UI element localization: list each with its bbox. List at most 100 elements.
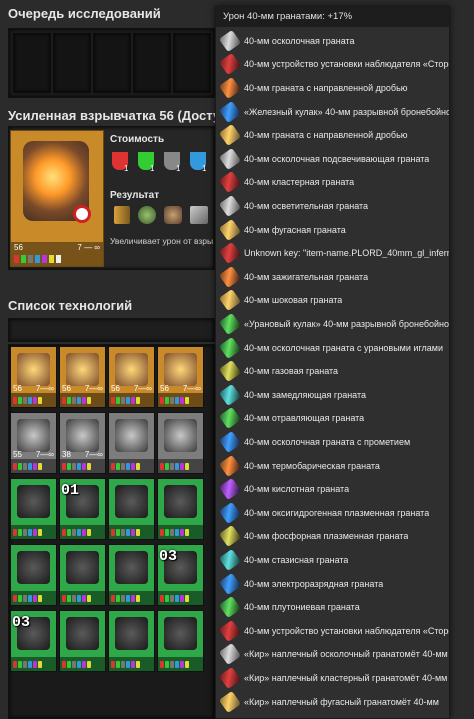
- queue-slot[interactable]: [53, 33, 91, 93]
- tech-level-range: 7—∞: [35, 450, 54, 459]
- grenade-ammo-icon: [218, 76, 242, 100]
- tech-card[interactable]: [157, 478, 204, 540]
- tooltip-row: 40-мм осколочная граната: [216, 29, 449, 53]
- tech-card[interactable]: [10, 544, 57, 606]
- grenade-ammo-icon: [218, 548, 242, 572]
- tech-level: 38: [62, 450, 71, 459]
- tech-card[interactable]: 56 7—∞: [108, 346, 155, 408]
- tooltip-row-label: 40-мм осколочная граната с урановыми игл…: [244, 342, 443, 353]
- technology-icon: [66, 617, 99, 650]
- research-queue-title: Очередь исследований: [8, 6, 161, 21]
- technology-icon: [115, 353, 148, 386]
- tooltip-row-label: 40-мм осветительная граната: [244, 200, 369, 211]
- tech-card[interactable]: 38 7—∞: [59, 412, 106, 474]
- grenade-ammo-icon: [218, 336, 242, 359]
- tier-badge: 03: [159, 548, 178, 565]
- grenade-ammo-icon: [218, 525, 242, 548]
- tooltip-row: 40-мм газовая граната: [216, 359, 449, 383]
- science-pack-dots: [13, 529, 42, 537]
- tooltip-row: 40-мм осколочная граната с урановыми игл…: [216, 336, 449, 360]
- queue-slot[interactable]: [173, 33, 211, 93]
- cost-count: 1: [150, 164, 155, 173]
- tech-card[interactable]: [108, 544, 155, 606]
- grenade-ammo-icon: [218, 171, 242, 194]
- tooltip-row: 40-мм замедляющая граната: [216, 383, 449, 407]
- tech-list-search-bar[interactable]: [8, 318, 215, 342]
- tech-card[interactable]: [108, 478, 155, 540]
- queue-slot[interactable]: [93, 33, 131, 93]
- grenade-ammo-icon: [218, 666, 242, 690]
- grenade-ammo-icon: [218, 596, 242, 619]
- grenade-ammo-icon: [218, 478, 242, 501]
- cost-label: Стоимость: [110, 134, 165, 145]
- tooltip-row: 40-мм граната с направленной дробью: [216, 76, 449, 100]
- tooltip-row-label: 40-мм отравляющая граната: [244, 413, 365, 424]
- technology-icon: [115, 551, 148, 584]
- tech-card[interactable]: [59, 610, 106, 672]
- tech-card[interactable]: [157, 610, 204, 672]
- result-label: Результат: [110, 190, 160, 201]
- tech-card[interactable]: 01: [59, 478, 106, 540]
- tech-card[interactable]: [59, 544, 106, 606]
- tooltip-row-label: 40-мм осколочная подсвечивающая граната: [244, 153, 430, 164]
- tooltip-row: «Кир» наплечный осколочный гранатомёт 40…: [216, 643, 449, 667]
- tech-card[interactable]: 56 7—∞: [59, 346, 106, 408]
- science-pack-dots: [160, 397, 189, 405]
- technology-icon: [164, 419, 197, 452]
- science-pack-dots: [62, 463, 91, 471]
- result-icon-grenade[interactable]: [138, 206, 156, 224]
- tooltip-row-label: 40-мм кластерная граната: [244, 177, 355, 188]
- grenade-ammo-icon: [218, 454, 242, 477]
- tech-level: 56: [13, 384, 22, 393]
- grenade-ammo-icon: [218, 501, 242, 524]
- tech-card[interactable]: 03: [157, 544, 204, 606]
- cost-count: 1: [176, 164, 181, 173]
- selected-tech-card[interactable]: 56 7 — ∞: [10, 130, 104, 267]
- result-icon-shell[interactable]: [164, 206, 182, 224]
- science-pack-dots: [111, 661, 140, 669]
- grenade-ammo-icon: [218, 29, 242, 52]
- technology-icon: [66, 419, 99, 452]
- science-pack-dots: [111, 529, 140, 537]
- tooltip-row: 40-мм граната с направленной дробью: [216, 123, 449, 147]
- tech-card[interactable]: 55 7—∞: [10, 412, 57, 474]
- damage-tooltip: Урон 40-мм гранатами: +17% 40-мм осколоч…: [215, 6, 450, 719]
- tech-level-range: 7—∞: [35, 384, 54, 393]
- research-queue-well[interactable]: [8, 28, 215, 98]
- tooltip-row-label: 40-мм граната с направленной дробью: [244, 130, 408, 141]
- target-icon: [73, 205, 91, 223]
- tooltip-row-label: 40-мм осколочная граната с прометием: [244, 436, 411, 447]
- tech-card[interactable]: [108, 610, 155, 672]
- tooltip-row: 40-мм осколочная граната с прометием: [216, 430, 449, 454]
- science-pack-dots: [160, 595, 189, 603]
- grenade-ammo-icon: [218, 430, 242, 454]
- science-pack-dots: [111, 595, 140, 603]
- tech-card[interactable]: [108, 412, 155, 474]
- tech-card[interactable]: 03: [10, 610, 57, 672]
- result-icon-rocket[interactable]: [190, 206, 208, 224]
- science-pack-dots: [160, 463, 189, 471]
- tech-card[interactable]: 56 7—∞: [10, 346, 57, 408]
- tooltip-row-label: 40-мм граната с направленной дробью: [244, 82, 408, 93]
- tooltip-row: 40-мм устройство установки наблюдателя «…: [216, 53, 449, 77]
- technology-icon: [17, 353, 50, 386]
- science-pack-dots: [14, 255, 61, 263]
- tooltip-row-label: «Кир» наплечный фугасный гранатомёт 40-м…: [244, 696, 439, 707]
- result-icon-ammo[interactable]: [114, 206, 130, 224]
- tooltip-row-label: 40-мм газовая граната: [244, 366, 339, 377]
- queue-slot[interactable]: [133, 33, 171, 93]
- tooltip-row-label: 40-мм замедляющая граната: [244, 389, 367, 400]
- tooltip-row: 40-мм устройство установки наблюдателя «…: [216, 619, 449, 643]
- tooltip-row: 40-мм электроразрядная граната: [216, 572, 449, 596]
- tech-card[interactable]: [10, 478, 57, 540]
- tech-card[interactable]: 56 7—∞: [157, 346, 204, 408]
- tooltip-row-label: 40-мм электроразрядная граната: [244, 578, 384, 589]
- grenade-ammo-icon: [218, 218, 242, 241]
- tech-card[interactable]: [157, 412, 204, 474]
- tooltip-row-label: 40-мм зажигательная граната: [244, 271, 369, 282]
- technology-icon: [17, 419, 50, 452]
- queue-slot[interactable]: [13, 33, 51, 93]
- technology-icon: [17, 485, 50, 518]
- tooltip-row: 40-мм кластерная граната: [216, 171, 449, 195]
- tech-level-range: 7 — ∞: [77, 243, 100, 252]
